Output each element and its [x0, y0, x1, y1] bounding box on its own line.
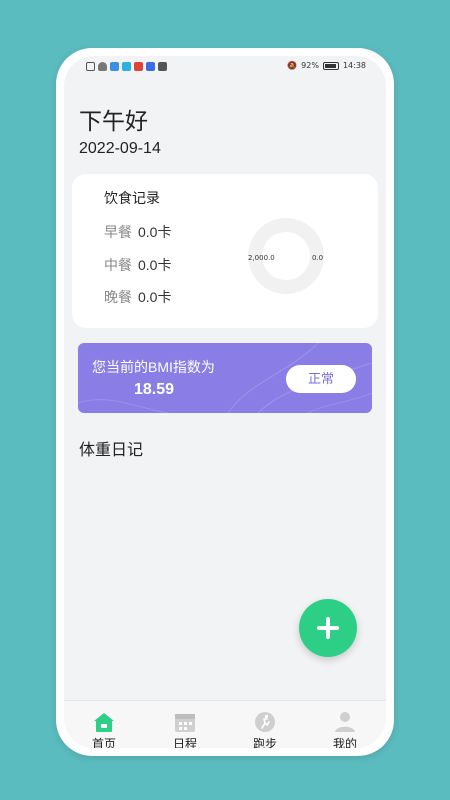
meal-row-dinner: 晚餐 0.0卡 — [104, 287, 171, 307]
app-notification-icon — [134, 62, 143, 71]
sim-icon — [86, 62, 95, 71]
tab-label: 我的 — [332, 737, 357, 748]
greeting-title: 下午好 — [79, 108, 148, 134]
donut-left-label: 2,000.0 — [248, 254, 275, 262]
meal-row-breakfast: 早餐 0.0卡 — [104, 222, 171, 242]
meal-row-lunch: 中餐 0.0卡 — [104, 255, 171, 275]
battery-percent: 92% — [301, 61, 319, 70]
run-icon — [255, 712, 275, 732]
meal-value: 0.0卡 — [138, 289, 172, 305]
app-notification-icon — [158, 62, 167, 71]
meal-value: 0.0卡 — [138, 224, 172, 240]
diet-card-title: 饮食记录 — [104, 190, 160, 206]
tab-home[interactable]: 首页 — [74, 711, 134, 748]
tab-label: 首页 — [91, 737, 116, 748]
system-status: 🔕 92% 14:38 — [287, 61, 366, 70]
meal-label: 早餐 — [104, 224, 132, 240]
user-icon — [335, 712, 355, 732]
mute-icon: 🔕 — [287, 61, 298, 70]
notification-icons — [86, 62, 167, 71]
app-notification-icon — [146, 62, 155, 71]
meal-label: 中餐 — [104, 257, 132, 273]
app-notification-icon — [110, 62, 119, 71]
tab-schedule[interactable]: 日程 — [155, 711, 215, 748]
tab-label: 跑步 — [252, 737, 277, 748]
home-icon — [94, 713, 114, 732]
meal-value: 0.0卡 — [138, 257, 172, 273]
app-screen: 🔕 92% 14:38 下午好 2022-09-14 饮食记录 早餐 0.0卡 中… — [64, 56, 386, 748]
bmi-value: 18.59 — [134, 381, 175, 398]
tab-profile[interactable]: 我的 — [315, 711, 375, 748]
bmi-status-button[interactable]: 正常 — [286, 365, 356, 393]
bottom-tab-bar: 首页 日程 跑步 我的 — [64, 700, 386, 748]
bmi-card: 您当前的BMI指数为 18.59 正常 — [78, 343, 372, 413]
status-bar: 🔕 92% 14:38 — [64, 56, 386, 78]
wifi-icon — [98, 62, 107, 71]
plus-icon — [326, 617, 330, 639]
current-date: 2022-09-14 — [79, 140, 161, 157]
clock: 14:38 — [342, 61, 366, 70]
add-record-button[interactable] — [299, 599, 357, 657]
meal-label: 晚餐 — [104, 289, 132, 305]
tab-running[interactable]: 跑步 — [235, 711, 295, 748]
tab-label: 日程 — [172, 737, 197, 748]
diet-record-card[interactable]: 饮食记录 早餐 0.0卡 中餐 0.0卡 晚餐 0.0卡 2,000.0 0.0 — [72, 174, 378, 328]
donut-right-label: 0.0 — [312, 254, 324, 262]
bmi-label: 您当前的BMI指数为 — [92, 359, 215, 375]
weight-diary-title: 体重日记 — [79, 442, 144, 459]
battery-icon — [322, 61, 339, 70]
phone-frame: 🔕 92% 14:38 下午好 2022-09-14 饮食记录 早餐 0.0卡 中… — [56, 48, 394, 756]
calendar-icon — [175, 714, 195, 732]
app-notification-icon — [122, 62, 131, 71]
